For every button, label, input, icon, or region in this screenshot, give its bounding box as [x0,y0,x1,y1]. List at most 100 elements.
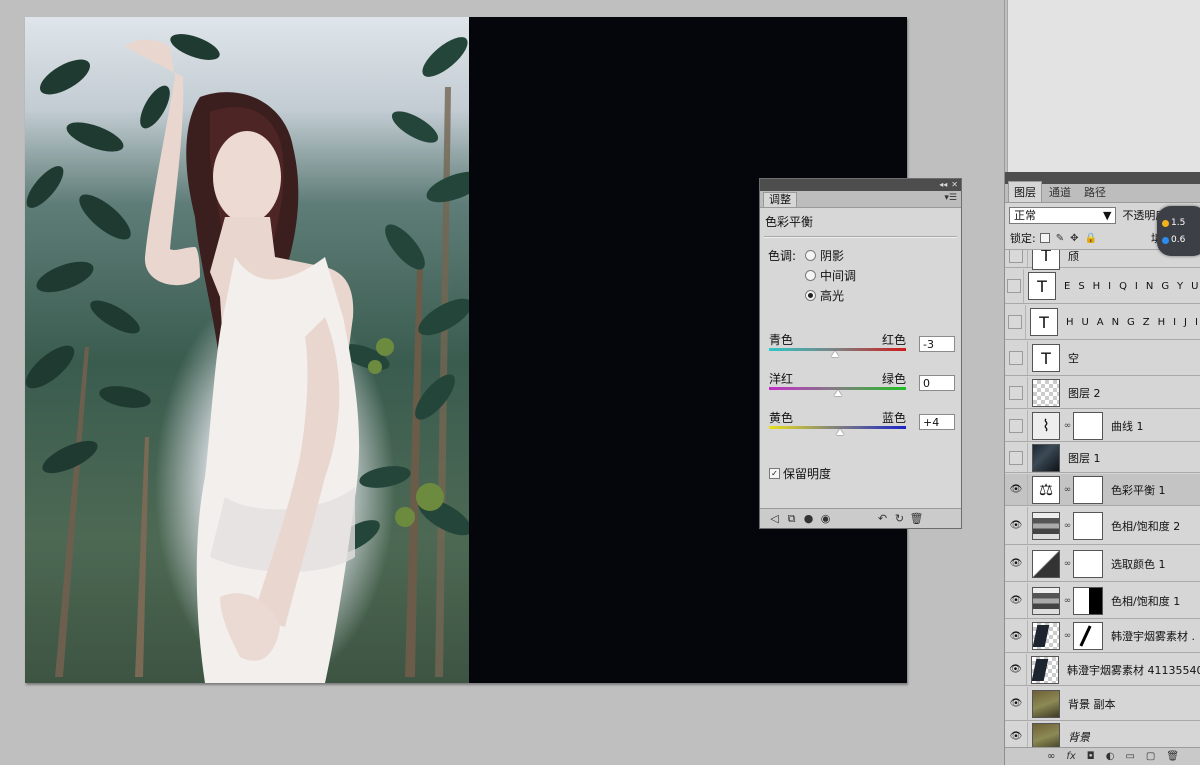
layer-visibility-toggle[interactable] [1005,305,1026,339]
lock-transparency-icon[interactable] [1039,233,1050,243]
slider-value-input[interactable]: 0 [919,375,955,391]
layer-thumbnail [1032,689,1060,718]
layer-visibility-toggle[interactable] [1005,341,1028,375]
slider-value-input[interactable]: +4 [919,414,955,430]
close-icon[interactable]: ✕ [951,181,958,189]
adjustments-panel[interactable]: ◂◂ ✕ 调整 ▾☰ 色彩平衡 色调: 阴影 中间调 高光 青色 红色 -3 洋… [759,178,962,529]
reset-icon[interactable]: ↻ [891,512,908,525]
hidden-eye-icon [1009,418,1023,433]
layer-thumbnail [1031,655,1060,684]
tab-adjustments[interactable]: 调整 [763,192,797,207]
lock-label: 锁定: [1010,232,1036,245]
lock-all-icon[interactable]: 🔒 [1085,233,1097,244]
layers-bottom-bar: ∞ fx ◘ ◐ ▭ ▢ 🗑 [1005,747,1200,765]
tone-option-highlights[interactable]: 高光 [805,287,844,304]
layer-row[interactable]: 👁 ∞ 韩澄宇烟雾素材 . [1005,620,1200,653]
layer-visibility-toggle[interactable]: 👁 [1005,474,1028,505]
delete-layer-icon[interactable]: 🗑 [1166,751,1179,762]
group-icon[interactable]: ▭ [1125,751,1134,762]
layer-mask-thumbnail[interactable] [1073,622,1103,650]
panel-menu-icon[interactable]: ▾☰ [944,193,957,203]
layer-list[interactable]: T颀TE S H I Q I N G Y U A NTH U A N G Z H… [1005,250,1200,747]
layer-row[interactable]: 👁 ∞ 选取颜色 1 [1005,546,1200,582]
radio-midtones[interactable] [805,270,816,281]
layer-row[interactable]: 图层 2 [1005,377,1200,409]
layer-visibility-toggle[interactable] [1005,377,1028,408]
layer-mask-thumbnail[interactable] [1073,475,1103,504]
layer-mask-thumbnail[interactable] [1073,511,1103,540]
layer-row[interactable]: T空 [1005,341,1200,376]
layer-visibility-toggle[interactable]: 👁 [1005,687,1028,720]
eye-icon: 👁 [1009,520,1023,531]
lock-brush-icon[interactable]: ✎ [1056,233,1064,244]
fx-icon[interactable]: fx [1066,751,1075,762]
chain-link-icon[interactable]: ∞ [1063,596,1072,606]
layer-visibility-toggle[interactable] [1005,443,1028,472]
chain-link-icon[interactable]: ∞ [1063,421,1072,431]
link-layers-icon[interactable]: ∞ [1047,751,1055,762]
layer-visibility-toggle[interactable] [1005,410,1028,441]
lock-move-icon[interactable]: ✥ [1070,233,1078,244]
layer-row[interactable]: 👁 ∞ 色相/饱和度 1 [1005,583,1200,619]
tab-layers[interactable]: 图层 [1008,181,1042,202]
adjustment-layer-icon[interactable]: ◐ [1106,751,1115,762]
chain-link-icon[interactable]: ∞ [1063,485,1072,495]
layer-row[interactable]: 👁 背景 副本 [1005,687,1200,721]
preserve-luminosity-option[interactable]: ✓ 保留明度 [769,465,831,482]
eye-icon: 👁 [1009,484,1023,495]
layers-panel[interactable]: 图层 通道 路径 正常 ▼ 不透明度: 100 锁定: ✎ ✥ 🔒 填充 T颀T… [1004,172,1200,765]
layer-row[interactable]: 👁 背景 [1005,722,1200,747]
eye-icon: 👁 [1009,731,1023,742]
adjustments-titlebar[interactable]: ◂◂ ✕ [760,179,961,191]
radio-shadows[interactable] [805,250,816,261]
chain-link-icon[interactable]: ∞ [1063,521,1072,531]
new-layer-icon[interactable]: ▢ [1146,751,1155,762]
tone-option-midtones[interactable]: 中间调 [805,267,856,284]
layer-visibility-toggle[interactable]: 👁 [1005,654,1028,685]
layer-row[interactable]: 👁 ∞ 色相/饱和度 2 [1005,507,1200,545]
layer-name: 图层 1 [1068,451,1101,465]
layer-mask-thumbnail[interactable] [1073,411,1103,440]
layer-mask-thumbnail[interactable] [1073,586,1103,615]
blend-mode-select[interactable]: 正常 ▼ [1009,206,1117,224]
down-arrow-icon [1162,236,1169,244]
slider-thumb[interactable] [833,390,842,396]
tab-channels[interactable]: 通道 [1043,181,1077,202]
chain-link-icon[interactable]: ∞ [1063,631,1072,641]
layer-row[interactable]: 👁 ⚖ ∞ 色彩平衡 1 [1005,474,1200,506]
layer-visibility-toggle[interactable]: 👁 [1005,722,1028,747]
slider-right-label: 绿色 [882,372,907,386]
slider-thumb[interactable] [831,351,840,357]
collapse-icon[interactable]: ◂◂ [939,181,947,189]
layer-visibility-toggle[interactable]: 👁 [1005,507,1028,544]
chain-link-icon[interactable]: ∞ [1063,559,1072,569]
slider-left-label: 洋红 [769,372,794,386]
tab-paths[interactable]: 路径 [1078,181,1112,202]
layer-visibility-toggle[interactable] [1005,269,1025,303]
layer-row[interactable]: 图层 1 [1005,443,1200,473]
layer-row[interactable]: TE S H I Q I N G Y U A N [1005,269,1200,304]
layer-visibility-toggle[interactable]: 👁 [1005,583,1028,618]
radio-highlights[interactable] [805,290,816,301]
slider-value-input[interactable]: -3 [919,336,955,352]
layer-visibility-toggle[interactable]: 👁 [1005,546,1028,581]
trash-icon[interactable]: 🗑 [908,512,925,525]
layer-visibility-toggle[interactable] [1005,250,1028,267]
previous-state-icon[interactable]: ↶ [874,512,891,525]
layer-row[interactable]: ⌇ ∞ 曲线 1 [1005,410,1200,442]
layer-row[interactable]: TH U A N G Z H I J I E [1005,305,1200,340]
add-mask-icon[interactable]: ◘ [1087,751,1095,762]
clip-icon[interactable]: ⧉ [783,512,800,526]
layer-name: 空 [1068,352,1079,365]
photo-illustration [25,34,469,683]
tone-option-shadows[interactable]: 阴影 [805,247,844,264]
preserve-luminosity-checkbox[interactable]: ✓ [769,468,780,479]
layer-row[interactable]: 👁 韩澄宇烟雾素材 41135540. [1005,654,1200,686]
back-icon[interactable]: ◁ [766,512,783,525]
slider-thumb[interactable] [836,429,845,435]
layer-visibility-toggle[interactable]: 👁 [1005,620,1028,652]
visibility-mask-icon[interactable]: ● [800,512,817,525]
layer-mask-thumbnail[interactable] [1073,549,1103,578]
slider-left-label: 青色 [769,333,794,347]
eye-icon[interactable]: ◉ [817,512,834,525]
